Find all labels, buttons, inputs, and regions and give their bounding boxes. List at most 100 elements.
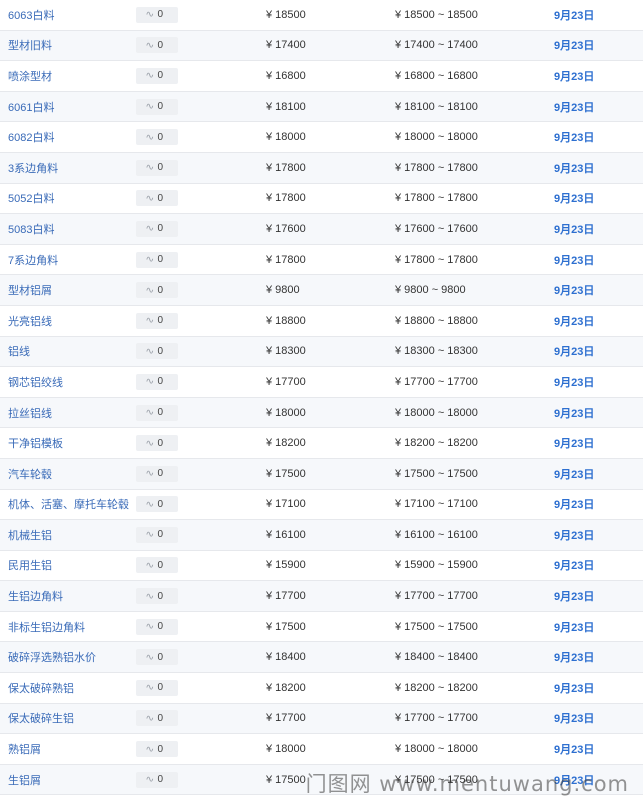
date-link[interactable]: 9月23日 <box>554 765 594 795</box>
date-link[interactable]: 9月23日 <box>554 704 594 734</box>
change-badge: ∿ 0 <box>136 251 178 268</box>
change-value: 0 <box>157 162 164 174</box>
table-row: 6082白料 ∿ 0 ¥ 18000 ¥ 18000 ~ 18000 9月23日 <box>0 122 643 153</box>
change-badge: ∿ 0 <box>136 404 178 421</box>
change-cell: ∿ 0 <box>136 428 178 458</box>
date-link[interactable]: 9月23日 <box>554 0 594 30</box>
tilde-wave-icon: ∿ <box>145 254 155 265</box>
change-badge: ∿ 0 <box>136 618 178 635</box>
change-cell: ∿ 0 <box>136 306 178 336</box>
price-range: ¥ 18800 ~ 18800 <box>395 314 478 327</box>
date-link[interactable]: 9月23日 <box>554 673 594 703</box>
change-value: 0 <box>157 284 164 296</box>
material-name-link[interactable]: 保太破碎生铝 <box>8 704 74 734</box>
date-link[interactable]: 9月23日 <box>554 734 594 764</box>
change-value: 0 <box>157 9 164 21</box>
material-name-link[interactable]: 破碎浮选熟铝水价 <box>8 642 96 672</box>
tilde-wave-icon: ∿ <box>145 529 155 540</box>
material-name-link[interactable]: 型材铝屑 <box>8 275 52 305</box>
material-name-link[interactable]: 机体、活塞、摩托车轮毂 <box>8 490 129 520</box>
change-badge: ∿ 0 <box>136 649 178 666</box>
table-row: 保太破碎熟铝 ∿ 0 ¥ 18200 ¥ 18200 ~ 18200 9月23日 <box>0 673 643 704</box>
material-name-link[interactable]: 5083白料 <box>8 214 54 244</box>
tilde-wave-icon: ∿ <box>145 223 155 234</box>
price-value: ¥ 18500 <box>266 8 306 21</box>
date-link[interactable]: 9月23日 <box>554 245 594 275</box>
material-name-link[interactable]: 7系边角料 <box>8 245 58 275</box>
date-link[interactable]: 9月23日 <box>554 61 594 91</box>
price-range: ¥ 17500 ~ 17500 <box>395 467 478 480</box>
date-link[interactable]: 9月23日 <box>554 337 594 367</box>
material-name-link[interactable]: 6082白料 <box>8 122 54 152</box>
change-cell: ∿ 0 <box>136 642 178 672</box>
material-name-link[interactable]: 生铝边角料 <box>8 581 63 611</box>
change-cell: ∿ 0 <box>136 61 178 91</box>
tilde-wave-icon: ∿ <box>145 376 155 387</box>
change-badge: ∿ 0 <box>136 526 178 543</box>
change-badge: ∿ 0 <box>136 190 178 207</box>
change-badge: ∿ 0 <box>136 129 178 146</box>
change-cell: ∿ 0 <box>136 581 178 611</box>
material-name-link[interactable]: 型材旧料 <box>8 31 52 61</box>
date-link[interactable]: 9月23日 <box>554 581 594 611</box>
date-link[interactable]: 9月23日 <box>554 367 594 397</box>
material-name-link[interactable]: 3系边角料 <box>8 153 58 183</box>
date-link[interactable]: 9月23日 <box>554 184 594 214</box>
material-name-link[interactable]: 5052白料 <box>8 184 54 214</box>
price-range: ¥ 17500 ~ 17500 <box>395 773 478 786</box>
tilde-wave-icon: ∿ <box>145 774 155 785</box>
material-name-link[interactable]: 拉丝铝线 <box>8 398 52 428</box>
table-row: 喷涂型材 ∿ 0 ¥ 16800 ¥ 16800 ~ 16800 9月23日 <box>0 61 643 92</box>
change-value: 0 <box>157 254 164 266</box>
date-link[interactable]: 9月23日 <box>554 214 594 244</box>
change-cell: ∿ 0 <box>136 704 178 734</box>
date-link[interactable]: 9月23日 <box>554 31 594 61</box>
date-link[interactable]: 9月23日 <box>554 551 594 581</box>
material-name-link[interactable]: 干净铝模板 <box>8 428 63 458</box>
date-link[interactable]: 9月23日 <box>554 306 594 336</box>
material-name-link[interactable]: 机械生铝 <box>8 520 52 550</box>
change-badge: ∿ 0 <box>136 312 178 329</box>
change-cell: ∿ 0 <box>136 734 178 764</box>
table-row: 光亮铝线 ∿ 0 ¥ 18800 ¥ 18800 ~ 18800 9月23日 <box>0 305 643 337</box>
date-link[interactable]: 9月23日 <box>554 122 594 152</box>
date-link[interactable]: 9月23日 <box>554 459 594 489</box>
date-link[interactable]: 9月23日 <box>554 275 594 305</box>
date-link[interactable]: 9月23日 <box>554 612 594 642</box>
change-cell: ∿ 0 <box>136 459 178 489</box>
change-badge: ∿ 0 <box>136 588 178 605</box>
material-name-link[interactable]: 民用生铝 <box>8 551 52 581</box>
material-name-link[interactable]: 保太破碎熟铝 <box>8 673 74 703</box>
table-row: 拉丝铝线 ∿ 0 ¥ 18000 ¥ 18000 ~ 18000 9月23日 <box>0 397 643 429</box>
change-value: 0 <box>157 376 164 388</box>
date-link[interactable]: 9月23日 <box>554 490 594 520</box>
material-name-link[interactable]: 钢芯铝绞线 <box>8 367 63 397</box>
change-badge: ∿ 0 <box>136 37 178 54</box>
material-name-link[interactable]: 生铝屑 <box>8 765 41 795</box>
change-badge: ∿ 0 <box>136 741 178 758</box>
table-row: 汽车轮毂 ∿ 0 ¥ 17500 ¥ 17500 ~ 17500 9月23日 <box>0 458 643 490</box>
price-value: ¥ 17700 <box>266 590 306 603</box>
material-name-link[interactable]: 汽车轮毂 <box>8 459 52 489</box>
date-link[interactable]: 9月23日 <box>554 520 594 550</box>
date-link[interactable]: 9月23日 <box>554 92 594 122</box>
price-value: ¥ 17800 <box>266 161 306 174</box>
price-range: ¥ 18300 ~ 18300 <box>395 345 478 358</box>
tilde-wave-icon: ∿ <box>145 743 155 754</box>
date-link[interactable]: 9月23日 <box>554 642 594 672</box>
material-name-link[interactable]: 6063白料 <box>8 0 54 30</box>
material-name-link[interactable]: 光亮铝线 <box>8 306 52 336</box>
price-value: ¥ 17500 <box>266 467 306 480</box>
tilde-wave-icon: ∿ <box>145 621 155 632</box>
date-link[interactable]: 9月23日 <box>554 398 594 428</box>
price-range: ¥ 18200 ~ 18200 <box>395 437 478 450</box>
tilde-wave-icon: ∿ <box>145 284 155 295</box>
date-link[interactable]: 9月23日 <box>554 153 594 183</box>
material-name-link[interactable]: 铝线 <box>8 337 30 367</box>
date-link[interactable]: 9月23日 <box>554 428 594 458</box>
material-name-link[interactable]: 非标生铝边角料 <box>8 612 85 642</box>
material-name-link[interactable]: 6061白料 <box>8 92 54 122</box>
material-name-link[interactable]: 喷涂型材 <box>8 61 52 91</box>
change-cell: ∿ 0 <box>136 31 178 61</box>
material-name-link[interactable]: 熟铝屑 <box>8 734 41 764</box>
